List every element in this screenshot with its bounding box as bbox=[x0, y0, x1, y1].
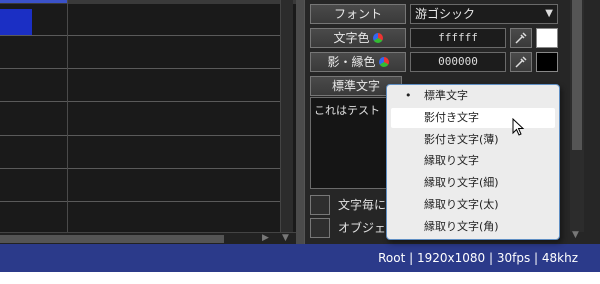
text-color-button[interactable]: 文字色 bbox=[310, 28, 406, 48]
text-color-swatch[interactable] bbox=[536, 28, 558, 48]
scroll-down-arrow-icon[interactable]: ▼ bbox=[572, 230, 579, 240]
shadow-color-swatch[interactable] bbox=[536, 52, 558, 72]
panel-scroll-thumb[interactable] bbox=[572, 0, 582, 150]
panel-border bbox=[304, 0, 305, 244]
layer-row[interactable] bbox=[0, 68, 288, 102]
menu-item-label: 縁取り文字(細) bbox=[424, 176, 499, 189]
pane-divider[interactable] bbox=[296, 0, 304, 244]
timeline-clip[interactable] bbox=[0, 9, 32, 35]
layer-row[interactable] bbox=[0, 101, 288, 136]
chevron-down-icon: ▼ bbox=[545, 8, 553, 19]
timeline-vertical-scrollbar[interactable] bbox=[280, 0, 293, 232]
font-select-value: 游ゴシック bbox=[415, 7, 476, 21]
status-bar: Root | 1920x1080 | 30fps | 48khz bbox=[0, 244, 600, 272]
shadow-color-button[interactable]: 影・縁色 bbox=[310, 52, 406, 72]
layer-row[interactable] bbox=[0, 35, 288, 69]
menu-item-shadow-text[interactable]: 影付き文字 bbox=[391, 108, 555, 128]
eyedropper-button[interactable] bbox=[510, 52, 532, 72]
text-style-dropdown-menu[interactable]: • 標準文字 影付き文字 影付き文字(薄) 縁取り文字 縁取り文字(細) 縁取り… bbox=[386, 84, 560, 240]
panel-vertical-scrollbar[interactable]: ▼ bbox=[570, 0, 584, 240]
layer-row[interactable] bbox=[0, 201, 288, 233]
menu-item-label: 影付き文字 bbox=[424, 111, 479, 124]
text-content-value: これはテスト bbox=[314, 104, 380, 117]
menu-item-outline-text[interactable]: 縁取り文字 bbox=[391, 151, 555, 171]
status-text: Root | 1920x1080 | 30fps | 48khz bbox=[378, 251, 578, 265]
selected-bullet-icon: • bbox=[405, 89, 412, 102]
menu-item-outline-text-thick[interactable]: 縁取り文字(太) bbox=[391, 195, 555, 215]
font-button[interactable]: フォント bbox=[310, 4, 406, 24]
text-style-label: 標準文字 bbox=[331, 79, 380, 93]
timeline-scroll-thumb[interactable] bbox=[0, 235, 224, 243]
layer-row[interactable] bbox=[0, 168, 288, 202]
timeline-horizontal-scrollbar[interactable]: ▶ ▼ bbox=[0, 232, 296, 244]
layer-row[interactable] bbox=[0, 0, 288, 36]
text-color-value[interactable]: ffffff bbox=[410, 28, 506, 48]
menu-item-standard-text[interactable]: • 標準文字 bbox=[391, 86, 555, 106]
menu-item-outline-text-thin[interactable]: 縁取り文字(細) bbox=[391, 173, 555, 193]
layer-row[interactable] bbox=[0, 135, 288, 169]
color-wheel-icon bbox=[378, 57, 389, 67]
font-button-label: フォント bbox=[333, 7, 382, 21]
shadow-color-value[interactable]: 000000 bbox=[410, 52, 506, 72]
object-checkbox[interactable] bbox=[310, 218, 330, 238]
scroll-down-arrow-icon[interactable]: ▼ bbox=[282, 233, 289, 243]
mouse-cursor-icon bbox=[512, 118, 525, 136]
menu-item-label: 縁取り文字(太) bbox=[424, 198, 499, 211]
menu-item-outline-text-square[interactable]: 縁取り文字(角) bbox=[391, 217, 555, 237]
menu-item-shadow-text-light[interactable]: 影付き文字(薄) bbox=[391, 130, 555, 150]
shadow-color-label: 影・縁色 bbox=[327, 55, 376, 69]
scroll-right-arrow-icon[interactable]: ▶ bbox=[262, 233, 269, 243]
menu-item-label: 影付き文字(薄) bbox=[424, 133, 499, 146]
per-character-label: 文字毎に bbox=[338, 198, 387, 212]
timeline-area[interactable]: ▶ ▼ bbox=[0, 0, 296, 244]
timeline-gridline bbox=[67, 0, 68, 232]
text-color-label: 文字色 bbox=[333, 31, 370, 45]
menu-item-label: 縁取り文字(角) bbox=[424, 220, 499, 233]
font-select[interactable]: 游ゴシック ▼ bbox=[410, 4, 558, 24]
color-wheel-icon bbox=[372, 33, 383, 43]
per-character-checkbox[interactable] bbox=[310, 195, 330, 215]
eyedropper-button[interactable] bbox=[510, 28, 532, 48]
menu-item-label: 縁取り文字 bbox=[424, 154, 479, 167]
menu-item-label: 標準文字 bbox=[424, 89, 468, 102]
eyedropper-icon bbox=[515, 32, 527, 44]
window-bottom-edge bbox=[0, 272, 600, 284]
eyedropper-icon bbox=[515, 56, 527, 68]
